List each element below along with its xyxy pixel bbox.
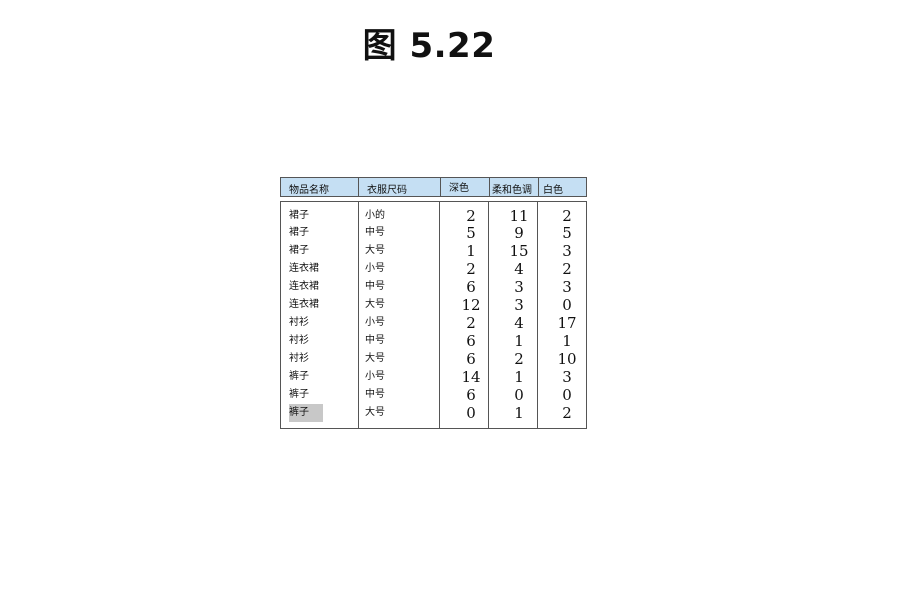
cell-item-name: 裤子 [289, 389, 309, 400]
cell-white-count: 5 [562, 224, 572, 242]
header-white: 白色 [538, 177, 587, 197]
cell-pastel-count: 1 [514, 332, 524, 350]
cell-item-name: 裙子 [289, 210, 309, 221]
cell-white-count: 0 [562, 386, 572, 404]
table-row: 衬衫 大号 6 2 10 [281, 350, 586, 368]
cell-clothing-size: 小号 [365, 263, 385, 274]
cell-clothing-size: 小的 [365, 210, 385, 221]
cell-item-name: 衬衫 [289, 335, 309, 346]
cell-clothing-size: 小号 [365, 317, 385, 328]
clothing-color-table: 物品名称 衣服尺码 深色 柔和色调 白色 裙子 小的 2 11 2 裙子 中号 5 9 5 裙子 大号… [280, 177, 587, 429]
cell-clothing-size: 小号 [365, 371, 385, 382]
cell-dark-count: 14 [461, 368, 481, 386]
cell-dark-count: 2 [466, 207, 476, 225]
header-item-name: 物品名称 [280, 177, 358, 197]
cell-dark-count: 6 [466, 332, 476, 350]
cell-pastel-count: 3 [514, 278, 524, 296]
cell-pastel-count: 4 [514, 314, 524, 332]
cell-item-name: 裤子 [289, 371, 309, 382]
header-clothing-size: 衣服尺码 [358, 177, 440, 197]
figure-title: 图 5.22 [362, 26, 496, 66]
cell-pastel-count: 4 [514, 260, 524, 278]
cell-item-name: 连衣裙 [289, 263, 319, 274]
cell-item-name: 裙子 [289, 245, 309, 256]
table-row: 裙子 中号 5 9 5 [281, 224, 586, 242]
table-row: 裤子 中号 6 0 0 [281, 386, 586, 404]
cell-white-count: 2 [562, 404, 572, 422]
table-row: 裤子 小号 14 1 3 [281, 368, 586, 386]
table-row: 裤子 大号 0 1 2 [281, 404, 586, 422]
cell-pastel-count: 1 [514, 404, 524, 422]
cell-item-name: 裙子 [289, 227, 309, 238]
cell-pastel-count: 2 [514, 350, 524, 368]
cell-pastel-count: 0 [514, 386, 524, 404]
cell-clothing-size: 中号 [365, 335, 385, 346]
table-row: 连衣裙 大号 12 3 0 [281, 296, 586, 314]
cell-item-name: 连衣裙 [289, 299, 319, 310]
table-row: 衬衫 中号 6 1 1 [281, 332, 586, 350]
header-dark: 深色 [440, 177, 489, 197]
cell-item-name: 衬衫 [289, 317, 309, 328]
cell-clothing-size: 大号 [365, 299, 385, 310]
cell-clothing-size: 中号 [365, 281, 385, 292]
cell-clothing-size: 中号 [365, 227, 385, 238]
cell-dark-count: 1 [466, 242, 476, 260]
cell-clothing-size: 大号 [365, 353, 385, 364]
cell-white-count: 3 [562, 278, 572, 296]
table-row: 裙子 大号 1 15 3 [281, 242, 586, 260]
cell-pastel-count: 1 [514, 368, 524, 386]
cell-dark-count: 0 [466, 404, 476, 422]
cell-dark-count: 6 [466, 350, 476, 368]
cell-white-count: 1 [562, 332, 572, 350]
cell-dark-count: 6 [466, 386, 476, 404]
cell-pastel-count: 15 [509, 242, 529, 260]
cell-item-name: 裤子 [289, 404, 323, 422]
cell-pastel-count: 9 [514, 224, 524, 242]
cell-dark-count: 6 [466, 278, 476, 296]
table-row: 衬衫 小号 2 4 17 [281, 314, 586, 332]
cell-item-name: 衬衫 [289, 353, 309, 364]
cell-pastel-count: 11 [509, 207, 529, 225]
cell-clothing-size: 大号 [365, 407, 385, 418]
cell-clothing-size: 大号 [365, 245, 385, 256]
cell-white-count: 3 [562, 242, 572, 260]
table-header-row: 物品名称 衣服尺码 深色 柔和色调 白色 [280, 177, 587, 197]
cell-white-count: 3 [562, 368, 572, 386]
cell-dark-count: 2 [466, 314, 476, 332]
cell-dark-count: 12 [461, 296, 481, 314]
cell-item-name: 连衣裙 [289, 281, 319, 292]
table-body: 裙子 小的 2 11 2 裙子 中号 5 9 5 裙子 大号 1 15 3 连衣裙 小号 2 4 2 连衣裙 中号 6 3 3 连… [280, 201, 587, 429]
cell-white-count: 0 [562, 296, 572, 314]
cell-white-count: 2 [562, 260, 572, 278]
table-row: 连衣裙 中号 6 3 3 [281, 278, 586, 296]
header-pastel: 柔和色调 [489, 177, 538, 197]
cell-dark-count: 5 [466, 224, 476, 242]
table-row: 裙子 小的 2 11 2 [281, 207, 586, 225]
cell-white-count: 17 [557, 314, 577, 332]
cell-pastel-count: 3 [514, 296, 524, 314]
cell-white-count: 10 [557, 350, 577, 368]
cell-dark-count: 2 [466, 260, 476, 278]
table-row: 连衣裙 小号 2 4 2 [281, 260, 586, 278]
cell-clothing-size: 中号 [365, 389, 385, 400]
cell-white-count: 2 [562, 207, 572, 225]
